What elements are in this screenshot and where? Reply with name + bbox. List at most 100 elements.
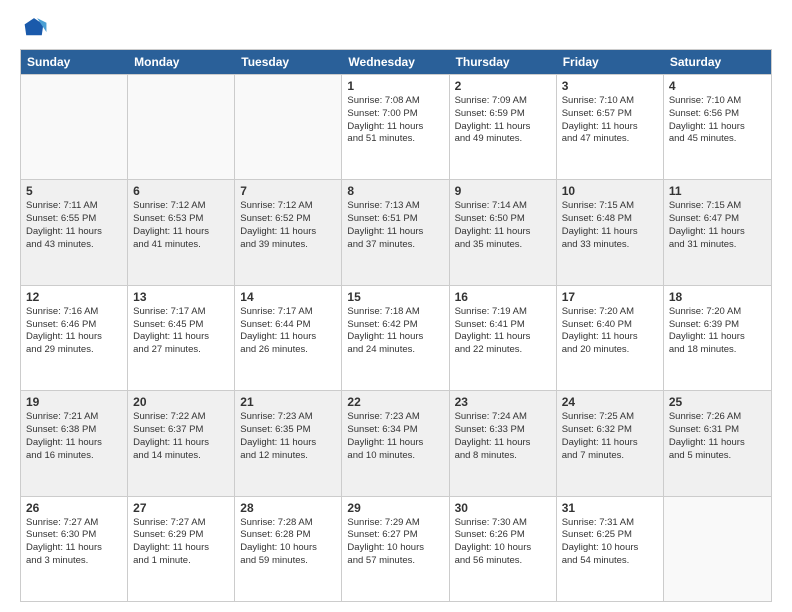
- cell-info: Sunrise: 7:25 AM Sunset: 6:32 PM Dayligh…: [562, 411, 658, 462]
- cell-info: Sunrise: 7:30 AM Sunset: 6:26 PM Dayligh…: [455, 517, 551, 568]
- cell-day-number: 20: [133, 395, 229, 409]
- calendar-cell: 28 Sunrise: 7:28 AM Sunset: 6:28 PM Dayli…: [235, 497, 342, 601]
- cell-day-number: 27: [133, 501, 229, 515]
- calendar-cell: 27Sunrise: 7:27 AM Sunset: 6:29 PM Dayli…: [128, 497, 235, 601]
- cell-day-number: 31: [562, 501, 658, 515]
- cell-info: Sunrise: 7:19 AM Sunset: 6:41 PM Dayligh…: [455, 306, 551, 357]
- cell-day-number: 6: [133, 184, 229, 198]
- calendar-cell: 7 Sunrise: 7:12 AM Sunset: 6:52 PM Daylig…: [235, 180, 342, 284]
- cell-info: Sunrise: 7:28 AM Sunset: 6:28 PM Dayligh…: [240, 517, 336, 568]
- cell-info: Sunrise: 7:10 AM Sunset: 6:57 PM Dayligh…: [562, 95, 658, 146]
- calendar-cell: 8 Sunrise: 7:13 AM Sunset: 6:51 PM Daylig…: [342, 180, 449, 284]
- logo: [20, 15, 52, 43]
- calendar-cell: 23 Sunrise: 7:24 AM Sunset: 6:33 PM Dayli…: [450, 391, 557, 495]
- cell-day-number: 16: [455, 290, 551, 304]
- cell-info: Sunrise: 7:12 AM Sunset: 6:53 PM Dayligh…: [133, 200, 229, 251]
- cell-day-number: 19: [26, 395, 122, 409]
- cell-day-number: 25: [669, 395, 766, 409]
- cell-info: Sunrise: 7:17 AM Sunset: 6:44 PM Dayligh…: [240, 306, 336, 357]
- calendar-cell: 10 Sunrise: 7:15 AM Sunset: 6:48 PM Dayli…: [557, 180, 664, 284]
- calendar-cell: [235, 75, 342, 179]
- calendar-week-1: 1Sunrise: 7:08 AM Sunset: 7:00 PM Daylig…: [21, 74, 771, 179]
- calendar-cell: 14 Sunrise: 7:17 AM Sunset: 6:44 PM Dayli…: [235, 286, 342, 390]
- cell-info: Sunrise: 7:27 AM Sunset: 6:30 PM Dayligh…: [26, 517, 122, 568]
- calendar-cell: 15 Sunrise: 7:18 AM Sunset: 6:42 PM Dayli…: [342, 286, 449, 390]
- calendar-cell: [21, 75, 128, 179]
- logo-icon: [20, 15, 48, 43]
- header-day-saturday: Saturday: [664, 50, 771, 74]
- cell-info: Sunrise: 7:16 AM Sunset: 6:46 PM Dayligh…: [26, 306, 122, 357]
- cell-day-number: 24: [562, 395, 658, 409]
- cell-day-number: 21: [240, 395, 336, 409]
- cell-info: Sunrise: 7:24 AM Sunset: 6:33 PM Dayligh…: [455, 411, 551, 462]
- cell-info: Sunrise: 7:15 AM Sunset: 6:48 PM Dayligh…: [562, 200, 658, 251]
- cell-info: Sunrise: 7:13 AM Sunset: 6:51 PM Dayligh…: [347, 200, 443, 251]
- cell-info: Sunrise: 7:31 AM Sunset: 6:25 PM Dayligh…: [562, 517, 658, 568]
- cell-day-number: 23: [455, 395, 551, 409]
- cell-info: Sunrise: 7:09 AM Sunset: 6:59 PM Dayligh…: [455, 95, 551, 146]
- calendar-cell: 4 Sunrise: 7:10 AM Sunset: 6:56 PM Daylig…: [664, 75, 771, 179]
- cell-day-number: 4: [669, 79, 766, 93]
- cell-day-number: 18: [669, 290, 766, 304]
- cell-day-number: 30: [455, 501, 551, 515]
- cell-info: Sunrise: 7:15 AM Sunset: 6:47 PM Dayligh…: [669, 200, 766, 251]
- calendar-cell: 13Sunrise: 7:17 AM Sunset: 6:45 PM Dayli…: [128, 286, 235, 390]
- calendar-cell: [128, 75, 235, 179]
- calendar-cell: 16 Sunrise: 7:19 AM Sunset: 6:41 PM Dayli…: [450, 286, 557, 390]
- calendar-cell: 25 Sunrise: 7:26 AM Sunset: 6:31 PM Dayli…: [664, 391, 771, 495]
- cell-info: Sunrise: 7:17 AM Sunset: 6:45 PM Dayligh…: [133, 306, 229, 357]
- calendar-cell: 18 Sunrise: 7:20 AM Sunset: 6:39 PM Dayli…: [664, 286, 771, 390]
- header-day-monday: Monday: [128, 50, 235, 74]
- cell-info: Sunrise: 7:11 AM Sunset: 6:55 PM Dayligh…: [26, 200, 122, 251]
- calendar-page: SundayMondayTuesdayWednesdayThursdayFrid…: [0, 0, 792, 612]
- calendar-cell: [664, 497, 771, 601]
- cell-day-number: 22: [347, 395, 443, 409]
- calendar-week-2: 5 Sunrise: 7:11 AM Sunset: 6:55 PM Daylig…: [21, 179, 771, 284]
- cell-info: Sunrise: 7:23 AM Sunset: 6:35 PM Dayligh…: [240, 411, 336, 462]
- cell-info: Sunrise: 7:21 AM Sunset: 6:38 PM Dayligh…: [26, 411, 122, 462]
- calendar-cell: 21 Sunrise: 7:23 AM Sunset: 6:35 PM Dayli…: [235, 391, 342, 495]
- cell-day-number: 1: [347, 79, 443, 93]
- cell-day-number: 26: [26, 501, 122, 515]
- calendar-cell: 19 Sunrise: 7:21 AM Sunset: 6:38 PM Dayli…: [21, 391, 128, 495]
- calendar-cell: 17Sunrise: 7:20 AM Sunset: 6:40 PM Dayli…: [557, 286, 664, 390]
- header-day-tuesday: Tuesday: [235, 50, 342, 74]
- calendar-cell: 2 Sunrise: 7:09 AM Sunset: 6:59 PM Daylig…: [450, 75, 557, 179]
- cell-info: Sunrise: 7:26 AM Sunset: 6:31 PM Dayligh…: [669, 411, 766, 462]
- calendar-cell: 6 Sunrise: 7:12 AM Sunset: 6:53 PM Daylig…: [128, 180, 235, 284]
- cell-day-number: 3: [562, 79, 658, 93]
- cell-day-number: 28: [240, 501, 336, 515]
- cell-info: Sunrise: 7:10 AM Sunset: 6:56 PM Dayligh…: [669, 95, 766, 146]
- calendar-cell: 20Sunrise: 7:22 AM Sunset: 6:37 PM Dayli…: [128, 391, 235, 495]
- calendar-cell: 5 Sunrise: 7:11 AM Sunset: 6:55 PM Daylig…: [21, 180, 128, 284]
- calendar-cell: 31 Sunrise: 7:31 AM Sunset: 6:25 PM Dayli…: [557, 497, 664, 601]
- cell-day-number: 7: [240, 184, 336, 198]
- cell-day-number: 14: [240, 290, 336, 304]
- calendar-cell: 3 Sunrise: 7:10 AM Sunset: 6:57 PM Daylig…: [557, 75, 664, 179]
- cell-day-number: 15: [347, 290, 443, 304]
- cell-info: Sunrise: 7:12 AM Sunset: 6:52 PM Dayligh…: [240, 200, 336, 251]
- cell-day-number: 2: [455, 79, 551, 93]
- calendar-cell: 29Sunrise: 7:29 AM Sunset: 6:27 PM Dayli…: [342, 497, 449, 601]
- cell-day-number: 12: [26, 290, 122, 304]
- cell-info: Sunrise: 7:20 AM Sunset: 6:39 PM Dayligh…: [669, 306, 766, 357]
- calendar-cell: 24 Sunrise: 7:25 AM Sunset: 6:32 PM Dayli…: [557, 391, 664, 495]
- calendar-cell: 12 Sunrise: 7:16 AM Sunset: 6:46 PM Dayli…: [21, 286, 128, 390]
- cell-day-number: 10: [562, 184, 658, 198]
- cell-info: Sunrise: 7:18 AM Sunset: 6:42 PM Dayligh…: [347, 306, 443, 357]
- cell-day-number: 11: [669, 184, 766, 198]
- calendar-header: SundayMondayTuesdayWednesdayThursdayFrid…: [21, 50, 771, 74]
- calendar-cell: 26 Sunrise: 7:27 AM Sunset: 6:30 PM Dayli…: [21, 497, 128, 601]
- calendar-week-3: 12 Sunrise: 7:16 AM Sunset: 6:46 PM Dayli…: [21, 285, 771, 390]
- calendar-week-4: 19 Sunrise: 7:21 AM Sunset: 6:38 PM Dayli…: [21, 390, 771, 495]
- header-day-thursday: Thursday: [450, 50, 557, 74]
- calendar-cell: 30 Sunrise: 7:30 AM Sunset: 6:26 PM Dayli…: [450, 497, 557, 601]
- cell-day-number: 8: [347, 184, 443, 198]
- calendar-cell: 11 Sunrise: 7:15 AM Sunset: 6:47 PM Dayli…: [664, 180, 771, 284]
- cell-day-number: 5: [26, 184, 122, 198]
- cell-day-number: 29: [347, 501, 443, 515]
- calendar-week-5: 26 Sunrise: 7:27 AM Sunset: 6:30 PM Dayli…: [21, 496, 771, 601]
- header-day-friday: Friday: [557, 50, 664, 74]
- cell-info: Sunrise: 7:20 AM Sunset: 6:40 PM Dayligh…: [562, 306, 658, 357]
- header-day-wednesday: Wednesday: [342, 50, 449, 74]
